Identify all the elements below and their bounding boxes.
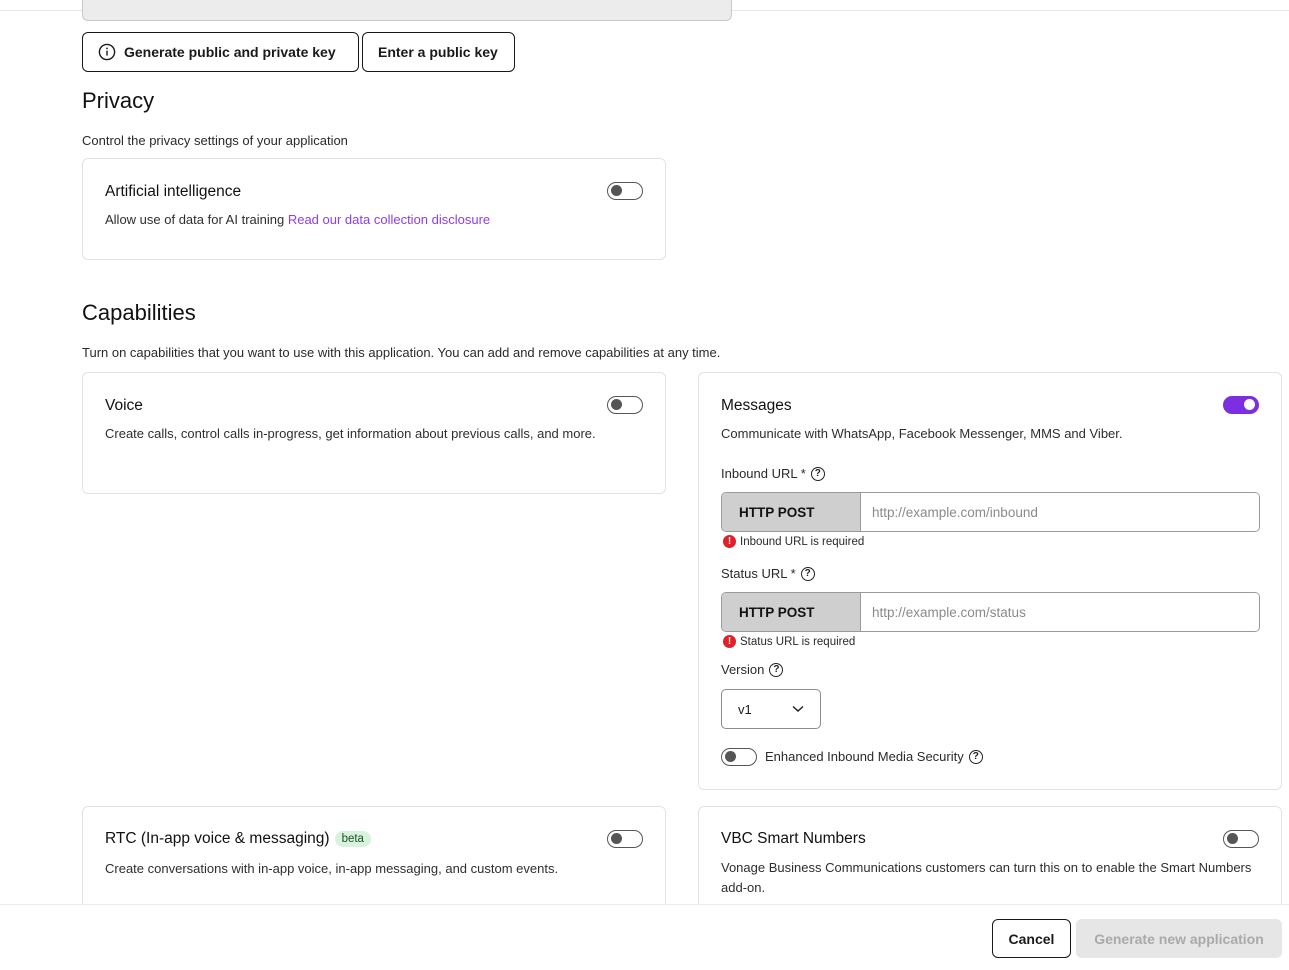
- capabilities-heading: Capabilities: [82, 300, 196, 325]
- status-url-input[interactable]: [861, 593, 1259, 631]
- enter-public-key-button[interactable]: Enter a public key: [362, 32, 515, 72]
- inbound-url-error-text: Inbound URL is required: [740, 535, 865, 548]
- ai-description-text: Allow use of data for AI training: [105, 212, 288, 227]
- ai-privacy-card: Artificial intelligence Allow use of dat…: [82, 158, 666, 260]
- messages-description: Communicate with WhatsApp, Facebook Mess…: [721, 426, 1123, 441]
- vbc-description: Vonage Business Communications customers…: [721, 860, 1252, 895]
- vbc-title: VBC Smart Numbers: [721, 830, 866, 847]
- help-icon[interactable]: ?: [810, 466, 825, 481]
- beta-badge: beta: [334, 830, 371, 847]
- rtc-title-text: RTC (In-app voice & messaging): [105, 830, 330, 847]
- status-url-label-text: Status URL *: [721, 566, 796, 581]
- status-method-select[interactable]: HTTP POST: [722, 593, 861, 631]
- error-icon: !: [723, 535, 736, 548]
- inbound-url-error: ! Inbound URL is required: [723, 535, 864, 548]
- version-select[interactable]: v1: [721, 689, 821, 729]
- capabilities-description: Turn on capabilities that you want to us…: [82, 345, 721, 360]
- generate-key-label: Generate public and private key: [124, 44, 336, 60]
- voice-description: Create calls, control calls in-progress,…: [105, 426, 596, 441]
- ai-toggle[interactable]: [607, 182, 643, 200]
- help-icon[interactable]: ?: [800, 566, 815, 581]
- data-collection-link[interactable]: Read our data collection disclosure: [288, 212, 490, 227]
- generate-key-button[interactable]: Generate public and private key: [82, 32, 359, 72]
- info-icon: [98, 43, 116, 61]
- status-url-error-text: Status URL is required: [740, 635, 856, 648]
- generate-application-button[interactable]: Generate new application: [1076, 919, 1282, 958]
- status-url-group: HTTP POST: [721, 592, 1260, 632]
- create-application-page: Generate public and private key Enter a …: [0, 0, 1289, 970]
- chevron-down-icon: [792, 705, 804, 713]
- voice-card: Voice Create calls, control calls in-pro…: [82, 372, 666, 494]
- rtc-description: Create conversations with in-app voice, …: [105, 861, 559, 876]
- media-security-label: Enhanced Inbound Media Security ?: [765, 749, 983, 764]
- messages-card: Messages Communicate with WhatsApp, Face…: [698, 372, 1282, 790]
- ai-title: Artificial intelligence: [105, 183, 242, 200]
- version-value: v1: [738, 701, 752, 717]
- inbound-url-input[interactable]: [861, 493, 1259, 531]
- version-label-text: Version: [721, 662, 765, 677]
- cancel-button[interactable]: Cancel: [992, 919, 1071, 958]
- messages-toggle[interactable]: [1223, 396, 1259, 414]
- rtc-toggle[interactable]: [607, 830, 643, 848]
- inbound-url-group: HTTP POST: [721, 492, 1260, 532]
- error-icon: !: [723, 635, 736, 648]
- media-security-toggle[interactable]: [721, 748, 757, 766]
- privacy-heading: Privacy: [82, 88, 155, 113]
- media-security-label-text: Enhanced Inbound Media Security: [765, 749, 964, 764]
- voice-title: Voice: [105, 397, 143, 414]
- help-icon[interactable]: ?: [968, 749, 983, 764]
- enter-public-key-label: Enter a public key: [378, 44, 498, 60]
- privacy-description: Control the privacy settings of your app…: [82, 133, 348, 148]
- inbound-url-label-text: Inbound URL *: [721, 466, 806, 481]
- status-url-label: Status URL * ?: [721, 566, 815, 581]
- ai-description: Allow use of data for AI training Read o…: [105, 210, 490, 230]
- messages-title: Messages: [721, 397, 792, 414]
- inbound-method-select[interactable]: HTTP POST: [722, 493, 861, 531]
- public-key-textarea[interactable]: [82, 0, 732, 21]
- rtc-title: RTC (In-app voice & messaging) beta: [105, 830, 371, 848]
- inbound-url-label: Inbound URL * ?: [721, 466, 825, 481]
- voice-toggle[interactable]: [607, 396, 643, 414]
- vbc-toggle[interactable]: [1223, 830, 1259, 848]
- version-label: Version ?: [721, 662, 784, 677]
- status-url-error: ! Status URL is required: [723, 635, 855, 648]
- help-icon[interactable]: ?: [769, 662, 784, 677]
